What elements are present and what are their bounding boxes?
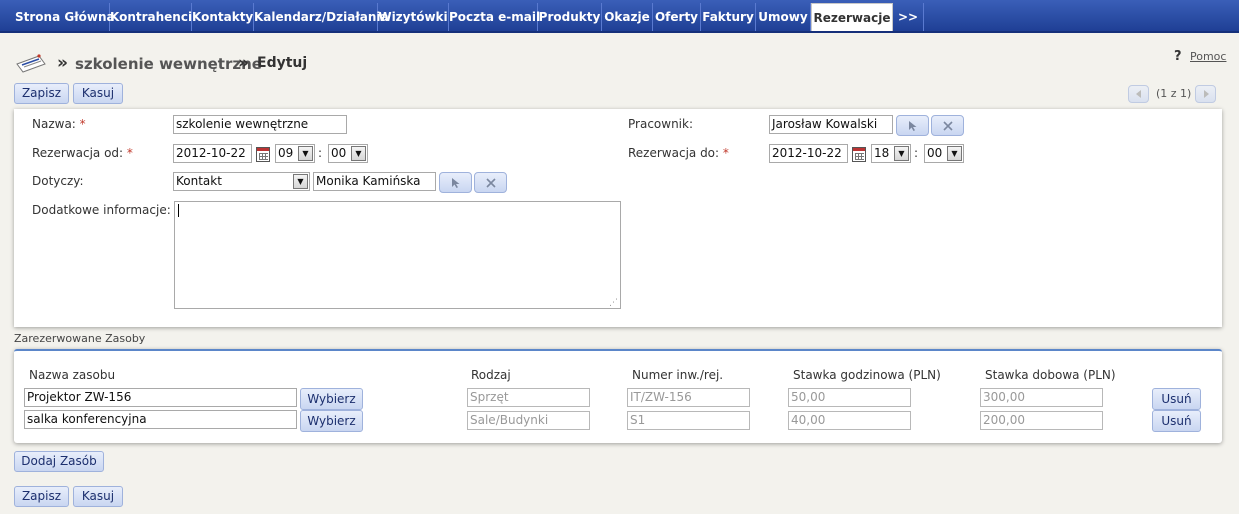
chevron-down-icon: ▼ <box>298 146 313 161</box>
chevron-down-icon: ▼ <box>947 146 962 161</box>
column-header: Numer inw./rej. <box>632 368 724 382</box>
save-button[interactable]: Zapisz <box>14 83 69 104</box>
tab-oferty[interactable]: Oferty <box>653 3 701 31</box>
chevron-down-icon: ▼ <box>894 146 909 161</box>
select-contact-button[interactable] <box>439 172 472 193</box>
regards-label: Dotyczy: <box>32 174 84 188</box>
resize-handle-icon[interactable]: ⋰ <box>609 299 618 308</box>
breadcrumb-separator: » <box>238 53 249 73</box>
resource-number-field: S1 <box>627 411 750 430</box>
close-x-icon <box>942 120 953 131</box>
time-separator: : <box>318 146 323 160</box>
tab-wizytowki[interactable]: Wizytówki <box>378 3 449 31</box>
tab-strona-glowna[interactable]: Strona Główna <box>15 3 115 31</box>
choose-resource-button[interactable]: Wybierz <box>300 410 363 432</box>
help-icon[interactable]: ? <box>1174 49 1182 64</box>
time-separator: : <box>914 146 919 160</box>
help-link[interactable]: Pomoc <box>1190 50 1226 63</box>
calendar-icon[interactable] <box>852 147 866 162</box>
column-header: Nazwa zasobu <box>29 368 116 382</box>
tab-more[interactable]: >> <box>893 3 924 31</box>
prev-arrow-icon[interactable] <box>1128 85 1149 103</box>
daily-rate-field: 300,00 <box>980 388 1103 407</box>
column-header: Stawka dobowa (PLN) <box>985 368 1116 382</box>
next-arrow-icon[interactable] <box>1195 85 1216 103</box>
resource-type-field: Sprzęt <box>467 388 590 407</box>
tab-faktury[interactable]: Faktury <box>701 3 756 31</box>
hourly-rate-field: 50,00 <box>788 388 911 407</box>
page-title: Edytuj <box>257 55 308 71</box>
to-hour-select[interactable]: 18 ▼ <box>871 144 911 163</box>
calendar-icon[interactable] <box>256 147 270 162</box>
pagination-info: (1 z 1) <box>1156 87 1192 100</box>
select-employee-button[interactable] <box>896 115 929 136</box>
from-date-input[interactable]: 2012-10-22 <box>173 144 252 163</box>
employee-input[interactable]: Jarosław Kowalski <box>769 115 893 134</box>
top-navigation: Strona Główna Kontrahenci Kontakty Kalen… <box>0 0 1239 33</box>
tab-kalendarz[interactable]: Kalendarz/Działania <box>254 3 389 31</box>
tab-rezerwacje[interactable]: Rezerwacje <box>811 3 893 31</box>
tab-kontakty[interactable]: Kontakty <box>192 3 254 31</box>
name-input[interactable]: szkolenie wewnętrzne <box>173 115 347 134</box>
resource-number-field: IT/ZW-156 <box>627 388 750 407</box>
clear-employee-button[interactable] <box>931 115 964 136</box>
chevron-down-icon: ▼ <box>293 174 308 189</box>
regards-type-select[interactable]: Kontakt ▼ <box>173 172 310 191</box>
tab-poczta[interactable]: Poczta e-mail <box>449 3 540 31</box>
reservation-from-label: Rezerwacja od: * <box>32 146 133 160</box>
employee-label: Pracownik: <box>628 117 693 131</box>
cancel-button-bottom[interactable]: Kasuj <box>73 486 123 507</box>
choose-resource-button[interactable]: Wybierz <box>300 388 363 410</box>
resource-name-input[interactable]: Projektor ZW-156 <box>24 388 297 407</box>
name-label: Nazwa: * <box>32 117 86 131</box>
info-label: Dodatkowe informacje: <box>32 203 171 217</box>
close-x-icon <box>485 177 496 188</box>
tab-kontrahenci[interactable]: Kontrahenci <box>110 3 192 31</box>
remove-resource-button[interactable]: Usuń <box>1152 410 1201 432</box>
from-hour-select[interactable]: 09 ▼ <box>275 144 315 163</box>
chevron-down-icon: ▼ <box>351 146 366 161</box>
daily-rate-field: 200,00 <box>980 411 1103 430</box>
column-header: Rodzaj <box>471 368 511 382</box>
section-title: Zarezerwowane Zasoby <box>14 332 146 345</box>
resource-name-input[interactable]: salka konferencyjna <box>24 410 297 429</box>
to-date-input[interactable]: 2012-10-22 <box>769 144 848 163</box>
add-resource-button[interactable]: Dodaj Zasób <box>14 451 104 472</box>
tab-umowy[interactable]: Umowy <box>756 3 811 31</box>
regards-value-input[interactable]: Monika Kamińska <box>313 172 436 191</box>
reservation-to-label: Rezerwacja do: * <box>628 146 729 160</box>
hourly-rate-field: 40,00 <box>788 411 911 430</box>
breadcrumb-separator: » <box>57 53 68 73</box>
remove-resource-button[interactable]: Usuń <box>1152 388 1201 410</box>
cursor-arrow-icon <box>908 120 916 131</box>
cursor-arrow-icon <box>451 177 459 188</box>
reservations-icon <box>15 52 47 74</box>
clear-contact-button[interactable] <box>474 172 507 193</box>
tab-produkty[interactable]: Produkty <box>538 3 602 31</box>
save-button-bottom[interactable]: Zapisz <box>14 486 69 507</box>
info-textarea[interactable]: ⋰ <box>174 201 621 309</box>
cancel-button[interactable]: Kasuj <box>73 83 123 104</box>
resource-type-field: Sale/Budynki <box>467 411 590 430</box>
from-minute-select[interactable]: 00 ▼ <box>328 144 368 163</box>
breadcrumb-record-title[interactable]: szkolenie wewnętrzne <box>75 55 262 73</box>
to-minute-select[interactable]: 00 ▼ <box>924 144 964 163</box>
column-header: Stawka godzinowa (PLN) <box>793 368 941 382</box>
tab-okazje[interactable]: Okazje <box>602 3 653 31</box>
